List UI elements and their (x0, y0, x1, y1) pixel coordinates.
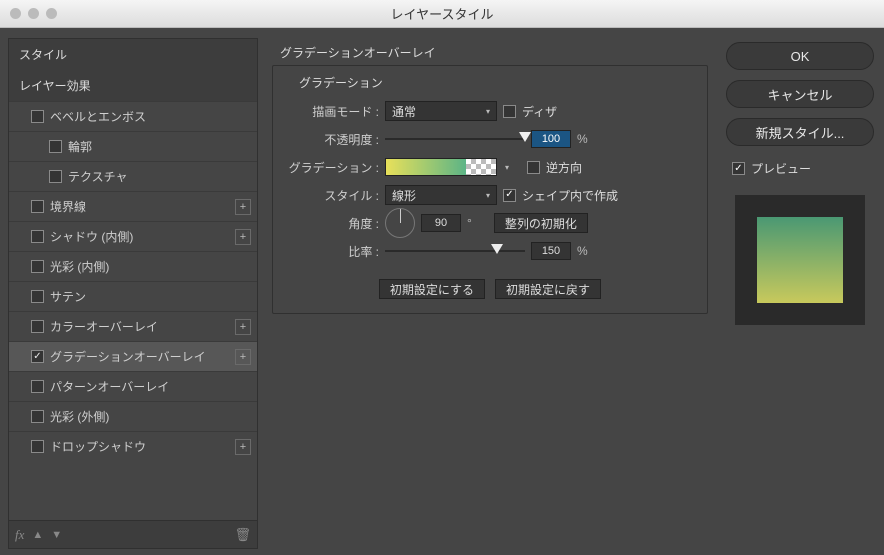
sidebar-item[interactable]: 輪郭 (9, 131, 257, 161)
sidebar-item-label: 光彩 (外側) (50, 408, 251, 425)
opacity-field[interactable]: 100 (531, 130, 571, 148)
sidebar-item[interactable]: テクスチャ (9, 161, 257, 191)
blend-mode-label: 描画モード : (283, 103, 379, 120)
sidebar-item-label: 輪郭 (68, 138, 251, 155)
sidebar-item[interactable]: パターンオーバーレイ (9, 371, 257, 401)
sidebar-item[interactable]: ベベルとエンボス (9, 101, 257, 131)
sidebar-item-label: ベベルとエンボス (50, 108, 251, 125)
reverse-label: 逆方向 (546, 159, 582, 176)
window-titlebar: レイヤースタイル (0, 0, 884, 28)
effect-checkbox[interactable] (31, 230, 44, 243)
effect-checkbox[interactable] (49, 140, 62, 153)
preview-thumbnail (735, 195, 865, 325)
sidebar-item-label: シャドウ (内側) (50, 228, 229, 245)
fx-icon[interactable]: fx (15, 527, 24, 543)
sidebar-item-label: サテン (50, 288, 251, 305)
effects-list: スタイル レイヤー効果 ベベルとエンボス輪郭テクスチャ境界線+シャドウ (内側)… (8, 38, 258, 521)
sidebar-item-label: テクスチャ (68, 168, 251, 185)
style-select[interactable]: 線形 ▾ (385, 185, 497, 205)
scale-field[interactable]: 150 (531, 242, 571, 260)
angle-dial[interactable] (385, 208, 415, 238)
effect-checkbox[interactable] (31, 380, 44, 393)
styles-heading[interactable]: スタイル (9, 39, 257, 70)
effect-checkbox[interactable] (49, 170, 62, 183)
sidebar-item[interactable]: 光彩 (内側) (9, 251, 257, 281)
sidebar-item[interactable]: サテン (9, 281, 257, 311)
dither-checkbox[interactable] (503, 105, 516, 118)
effect-checkbox[interactable] (31, 260, 44, 273)
preview-label: プレビュー (751, 160, 811, 177)
group-title: グラデーション (299, 74, 697, 91)
chevron-down-icon[interactable]: ▾ (505, 163, 509, 172)
new-style-button[interactable]: 新規スタイル... (726, 118, 874, 146)
chevron-down-icon: ▾ (486, 107, 490, 116)
effect-checkbox[interactable] (31, 110, 44, 123)
dialog-buttons: OK キャンセル 新規スタイル... プレビュー (726, 38, 874, 549)
add-effect-icon[interactable]: + (235, 349, 251, 365)
sidebar-item-label: 境界線 (50, 198, 229, 215)
cancel-button[interactable]: キャンセル (726, 80, 874, 108)
gradient-label: グラデーション : (283, 159, 379, 176)
add-effect-icon[interactable]: + (235, 439, 251, 455)
effect-checkbox[interactable] (31, 320, 44, 333)
sidebar-item-label: 光彩 (内側) (50, 258, 251, 275)
minimize-dot[interactable] (28, 8, 39, 19)
sidebar-item[interactable]: 光彩 (外側) (9, 401, 257, 431)
section-title: グラデーションオーバーレイ (280, 44, 708, 61)
angle-unit: ° (467, 216, 472, 230)
add-effect-icon[interactable]: + (235, 319, 251, 335)
sidebar-item[interactable]: シャドウ (内側) + (9, 221, 257, 251)
sidebar-item-label: グラデーションオーバーレイ (50, 348, 229, 365)
angle-label: 角度 : (283, 215, 379, 232)
close-dot[interactable] (10, 8, 21, 19)
sidebar-item-label: ドロップシャドウ (50, 438, 229, 455)
sidebar-item[interactable]: グラデーションオーバーレイ + (9, 341, 257, 371)
reverse-checkbox[interactable] (527, 161, 540, 174)
style-label: スタイル : (283, 187, 379, 204)
effects-sidebar: スタイル レイヤー効果 ベベルとエンボス輪郭テクスチャ境界線+シャドウ (内側)… (8, 38, 258, 549)
layer-effects-heading[interactable]: レイヤー効果 (9, 70, 257, 101)
dither-label: ディザ (522, 103, 557, 120)
align-label: シェイプ内で作成 (522, 187, 618, 204)
zoom-dot[interactable] (46, 8, 57, 19)
add-effect-icon[interactable]: + (235, 229, 251, 245)
angle-field[interactable]: 90 (421, 214, 461, 232)
align-checkbox[interactable] (503, 189, 516, 202)
opacity-unit: % (577, 132, 588, 146)
opacity-slider[interactable] (385, 131, 525, 147)
window-title: レイヤースタイル (391, 4, 494, 23)
sidebar-item[interactable]: ドロップシャドウ + (9, 431, 257, 461)
reset-default-button[interactable]: 初期設定に戻す (495, 279, 601, 299)
effect-checkbox[interactable] (31, 290, 44, 303)
gradient-swatch[interactable] (385, 158, 497, 176)
effect-checkbox[interactable] (31, 410, 44, 423)
effect-checkbox[interactable] (31, 200, 44, 213)
effect-checkbox[interactable] (31, 440, 44, 453)
scale-unit: % (577, 244, 588, 258)
trash-icon[interactable]: 🗑 (234, 527, 251, 543)
blend-mode-select[interactable]: 通常 ▾ (385, 101, 497, 121)
sidebar-item[interactable]: カラーオーバーレイ + (9, 311, 257, 341)
settings-panel: グラデーションオーバーレイ グラデーション 描画モード : 通常 ▾ ディザ 不… (268, 38, 716, 549)
add-effect-icon[interactable]: + (235, 199, 251, 215)
sidebar-footer: fx ▲ ▼ 🗑 (8, 521, 258, 549)
sidebar-item[interactable]: 境界線 + (9, 191, 257, 221)
sidebar-item-label: パターンオーバーレイ (50, 378, 251, 395)
move-down-icon[interactable]: ▼ (51, 529, 62, 541)
preview-checkbox[interactable] (732, 162, 745, 175)
move-up-icon[interactable]: ▲ (32, 529, 43, 541)
traffic-lights (10, 8, 57, 19)
make-default-button[interactable]: 初期設定にする (379, 279, 485, 299)
sidebar-item-label: カラーオーバーレイ (50, 318, 229, 335)
reset-alignment-button[interactable]: 整列の初期化 (494, 213, 588, 233)
scale-slider[interactable] (385, 243, 525, 259)
scale-label: 比率 : (283, 243, 379, 260)
ok-button[interactable]: OK (726, 42, 874, 70)
chevron-down-icon: ▾ (486, 191, 490, 200)
opacity-label: 不透明度 : (283, 131, 379, 148)
effect-checkbox[interactable] (31, 350, 44, 363)
